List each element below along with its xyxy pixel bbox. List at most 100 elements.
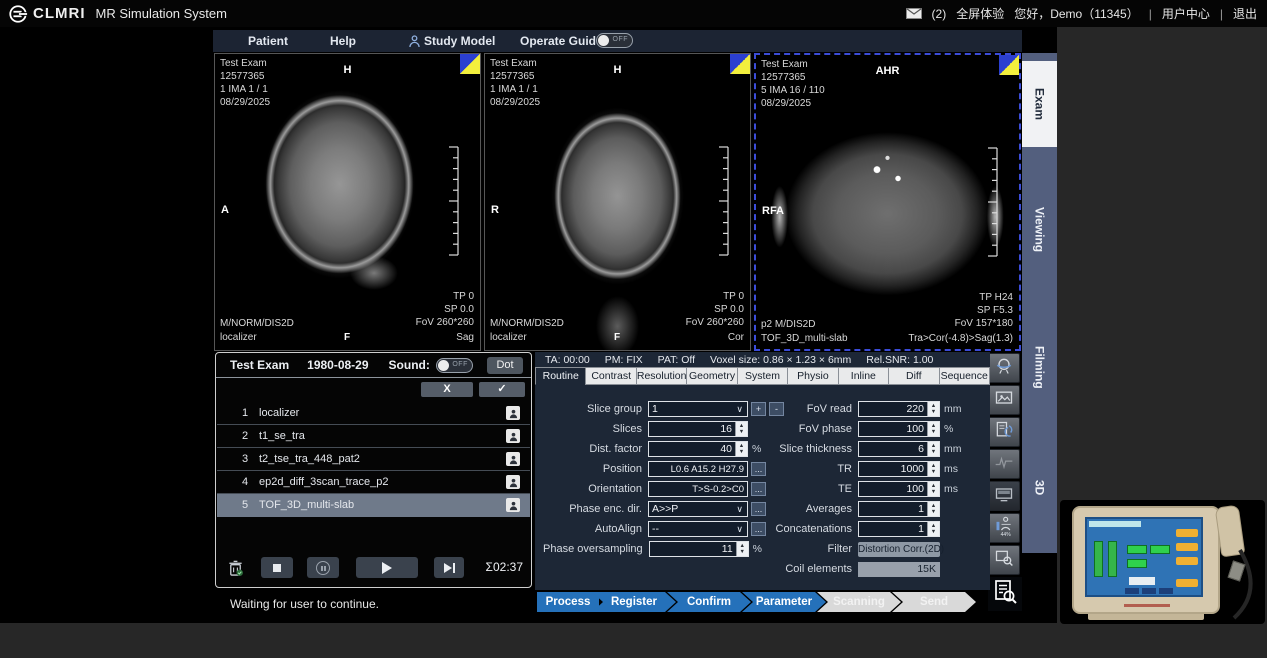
menu-study-model[interactable]: Study Model bbox=[424, 34, 495, 48]
param-tab-routine[interactable]: Routine bbox=[535, 367, 585, 385]
image-params-overlay: TP 0 SP 0.0 FoV 260*260 bbox=[416, 290, 474, 329]
sequence-name: localizer bbox=[259, 407, 506, 419]
person-badge-icon[interactable] bbox=[506, 475, 520, 489]
spinner-icon[interactable]: ▲▼ bbox=[927, 462, 939, 476]
status-message: Waiting for user to continue. bbox=[230, 597, 379, 611]
menu-help[interactable]: Help bbox=[330, 34, 356, 48]
mail-count[interactable]: (2) bbox=[932, 7, 947, 21]
signal-chart-button[interactable] bbox=[988, 449, 1020, 479]
tab-filming[interactable]: Filming bbox=[1022, 320, 1057, 415]
unit-label: mm bbox=[944, 403, 962, 415]
display-button[interactable] bbox=[988, 481, 1020, 511]
tab-exam[interactable]: Exam bbox=[1022, 61, 1057, 147]
spin-field[interactable]: 1▲▼ bbox=[858, 501, 940, 517]
param-tab-inline[interactable]: Inline bbox=[838, 367, 888, 385]
spin-field[interactable]: 40▲▼ bbox=[648, 441, 748, 457]
viewport-bottom-row: localizer F Sag bbox=[220, 332, 474, 346]
sound-toggle[interactable]: OFF bbox=[436, 358, 473, 373]
sequence-row-5[interactable]: 5 TOF_3D_multi-slab bbox=[217, 494, 530, 517]
logout-link[interactable]: 退出 bbox=[1233, 5, 1257, 22]
param-tab-physio[interactable]: Physio bbox=[787, 367, 837, 385]
mail-icon[interactable] bbox=[906, 8, 922, 19]
fullscreen-link[interactable]: 全屏体验 bbox=[956, 5, 1004, 22]
spinner-icon[interactable]: ▲▼ bbox=[927, 402, 939, 416]
delete-button[interactable] bbox=[224, 557, 246, 578]
image-date: 08/29/2025 bbox=[220, 96, 270, 109]
viewport-1[interactable]: Test Exam 12577365 1 IMA 1 / 1 08/29/202… bbox=[214, 53, 481, 351]
play-button[interactable] bbox=[356, 557, 418, 578]
person-badge-icon[interactable] bbox=[506, 498, 520, 512]
text-field[interactable]: L0.6 A15.2 H27.9 bbox=[648, 461, 748, 477]
sar-indicator-button[interactable]: 44% bbox=[988, 513, 1020, 543]
pause-button[interactable] bbox=[307, 557, 339, 578]
image-number: 1 IMA 1 / 1 bbox=[220, 83, 270, 96]
brand-name: CLMRI bbox=[33, 5, 86, 22]
menu-patient[interactable]: Patient bbox=[248, 34, 288, 48]
param-tab-geometry[interactable]: Geometry bbox=[686, 367, 736, 385]
param-tab-diff[interactable]: Diff bbox=[888, 367, 938, 385]
stop-button[interactable] bbox=[261, 557, 293, 578]
plane-label: Sag bbox=[456, 332, 474, 343]
voxel-size: Voxel size: 0.86 × 1.23 × 6mm bbox=[710, 354, 851, 366]
tab-viewing[interactable]: Viewing bbox=[1022, 184, 1057, 276]
injector-device-photo bbox=[1060, 500, 1265, 624]
orientation-letter-left: R bbox=[491, 204, 499, 217]
process-step-parameter: Parameter bbox=[742, 592, 826, 612]
spin-field[interactable]: 6▲▼ bbox=[858, 441, 940, 457]
sequence-row-3[interactable]: 3 t2_tse_tra_448_pat2 bbox=[217, 448, 530, 471]
person-badge-icon[interactable] bbox=[506, 406, 520, 420]
select-field[interactable]: --∨ bbox=[648, 521, 748, 537]
param-tab-contrast[interactable]: Contrast bbox=[585, 367, 635, 385]
person-badge-icon[interactable] bbox=[506, 452, 520, 466]
spinner-icon[interactable]: ▲▼ bbox=[927, 502, 939, 516]
sequence-row-1[interactable]: 1 localizer bbox=[217, 402, 530, 425]
spin-field[interactable]: 1000▲▼ bbox=[858, 461, 940, 477]
orientation-letter-bottom: F bbox=[220, 332, 474, 343]
cancel-button[interactable]: X bbox=[421, 382, 473, 397]
image-view-button[interactable] bbox=[988, 385, 1020, 415]
spin-field[interactable]: 100▲▼ bbox=[858, 481, 940, 497]
dot-button[interactable]: Dot bbox=[487, 357, 523, 374]
param-tab-sequence[interactable]: Sequence bbox=[939, 367, 990, 385]
sequence-row-4[interactable]: 4 ep2d_diff_3scan_trace_p2 bbox=[217, 471, 530, 494]
select-field[interactable]: A>>P∨ bbox=[648, 501, 748, 517]
spin-field[interactable]: 1▲▼ bbox=[858, 521, 940, 537]
spinner-icon[interactable]: ▲▼ bbox=[927, 482, 939, 496]
param-tab-system[interactable]: System bbox=[737, 367, 787, 385]
select-field[interactable]: 1∨ bbox=[648, 401, 748, 417]
slice-position: SP 0.0 bbox=[686, 303, 744, 316]
param-row-te: TE100▲▼ms bbox=[738, 479, 988, 499]
confirm-button[interactable]: ✓ bbox=[479, 382, 525, 397]
trash-icon bbox=[227, 559, 244, 577]
unit-label: % bbox=[944, 423, 953, 435]
filter-button[interactable]: Distortion Corr.(2D) bbox=[858, 542, 940, 557]
person-badge-icon[interactable] bbox=[506, 429, 520, 443]
spinner-icon[interactable]: ▲▼ bbox=[927, 442, 939, 456]
spinner-icon[interactable]: ▲▼ bbox=[927, 522, 939, 536]
spin-field[interactable]: 100▲▼ bbox=[858, 421, 940, 437]
param-label: Averages bbox=[738, 503, 858, 515]
search-image-button[interactable] bbox=[988, 545, 1020, 575]
pm-value: PM: FIX bbox=[605, 354, 643, 366]
parameter-tabs: RoutineContrastResolutionGeometrySystemP… bbox=[535, 367, 990, 385]
viewport-3[interactable]: Test Exam 12577365 5 IMA 16 / 110 08/29/… bbox=[754, 53, 1021, 351]
operate-guide-toggle[interactable]: OFF bbox=[596, 33, 633, 48]
sequence-row-2[interactable]: 2 t1_se_tra bbox=[217, 425, 530, 448]
user-center-link[interactable]: 用户中心 bbox=[1162, 5, 1210, 22]
skip-button[interactable] bbox=[434, 557, 464, 578]
tab-3d[interactable]: 3D bbox=[1022, 460, 1057, 515]
slice-position: SP 0.0 bbox=[416, 303, 474, 316]
spin-field[interactable]: 11▲▼ bbox=[649, 541, 749, 557]
param-label: TE bbox=[738, 483, 858, 495]
param-tab-resolution[interactable]: Resolution bbox=[636, 367, 686, 385]
head-coil-button[interactable] bbox=[988, 353, 1020, 383]
spin-field[interactable]: 220▲▼ bbox=[858, 401, 940, 417]
param-label: FoV phase bbox=[738, 423, 858, 435]
card-sync-button[interactable] bbox=[988, 417, 1020, 447]
text-field[interactable]: T>S-0.2>C0 bbox=[648, 481, 748, 497]
viewport-2[interactable]: Test Exam 12577365 1 IMA 1 / 1 08/29/202… bbox=[484, 53, 751, 351]
spinner-icon[interactable]: ▲▼ bbox=[927, 422, 939, 436]
sar-indicator-icon: 44% bbox=[994, 515, 1014, 542]
report-search-button[interactable] bbox=[988, 577, 1022, 611]
spin-field[interactable]: 16▲▼ bbox=[648, 421, 748, 437]
